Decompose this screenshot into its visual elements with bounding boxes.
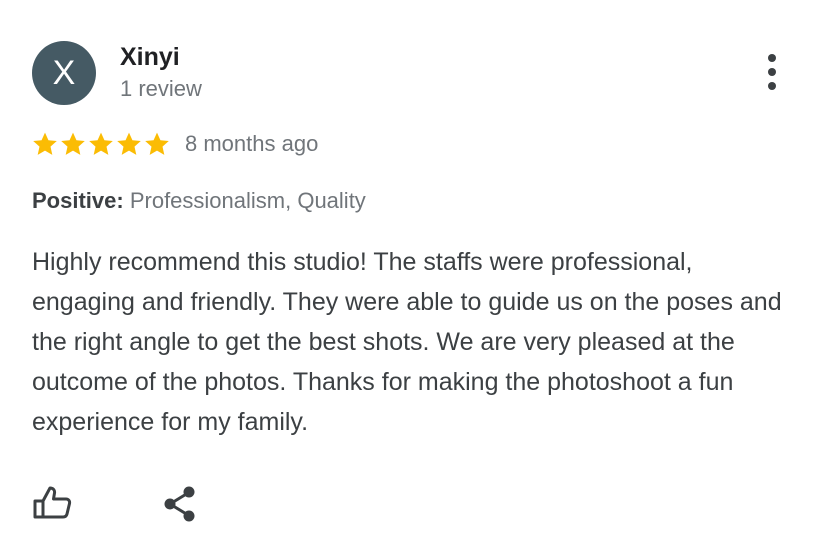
avatar[interactable]: X — [32, 41, 96, 105]
like-button[interactable] — [30, 480, 78, 528]
more-vert-icon — [752, 52, 792, 92]
review-timestamp: 8 months ago — [185, 131, 319, 156]
review-attributes: Positive: Professionalism, Quality — [32, 187, 366, 215]
star-icon — [59, 130, 87, 158]
star-icon — [31, 130, 59, 158]
review-card: X Xinyi 1 review 8 months ago Positive: … — [0, 0, 828, 558]
star-rating — [31, 130, 171, 158]
more-options-button[interactable] — [752, 52, 792, 92]
rating-row: 8 months ago — [31, 128, 318, 160]
attributes-values: Professionalism, Quality — [129, 188, 366, 213]
author-name[interactable]: Xinyi — [120, 42, 180, 72]
share-button[interactable] — [156, 480, 204, 528]
author-review-count[interactable]: 1 review — [120, 75, 202, 103]
attributes-label: Positive: — [32, 188, 124, 213]
thumbs-up-icon — [30, 480, 78, 528]
star-icon — [87, 130, 115, 158]
star-icon — [115, 130, 143, 158]
star-icon — [143, 130, 171, 158]
share-icon — [156, 480, 204, 528]
review-text: Highly recommend this studio! The staffs… — [32, 248, 782, 436]
